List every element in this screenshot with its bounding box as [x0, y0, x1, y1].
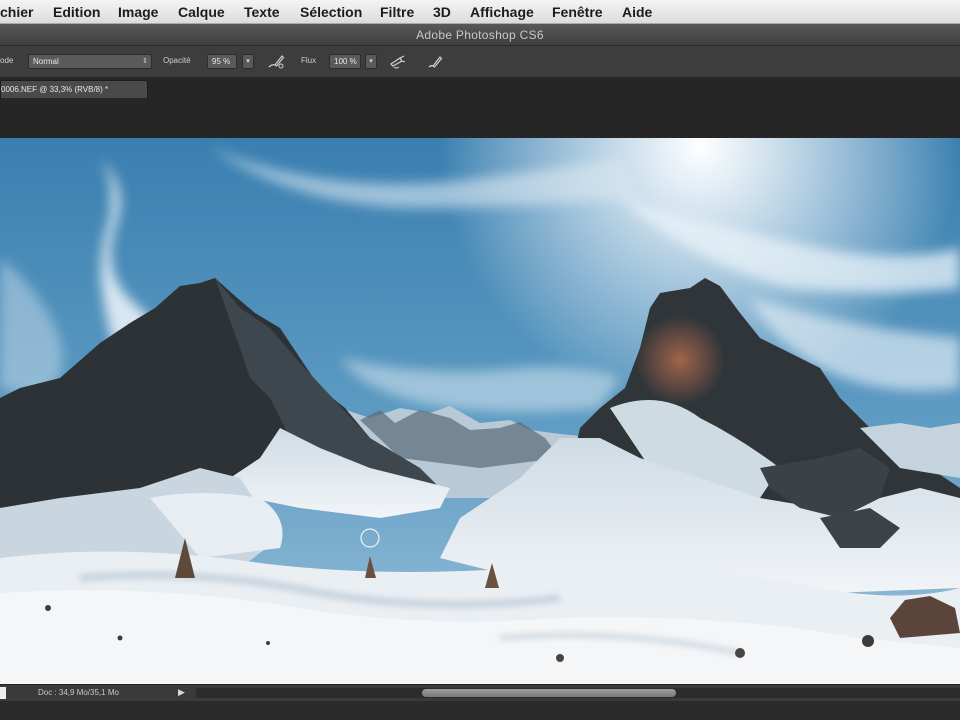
- canvas-pasteboard: [0, 100, 960, 138]
- menu-edition[interactable]: Edition: [53, 0, 100, 24]
- mode-value: Normal: [33, 57, 59, 66]
- options-bar: ode Normal ⇕ Opacité 95 % ▾ Flux 100 % ▾: [0, 46, 960, 78]
- mode-select[interactable]: Normal ⇕: [28, 54, 152, 69]
- document-tab[interactable]: 0006.NEF @ 33,3% (RVB/8) *: [0, 80, 148, 98]
- menu-calque[interactable]: Calque: [178, 0, 225, 24]
- flow-value: 100 %: [334, 57, 357, 66]
- title-bar: Adobe Photoshop CS6: [0, 24, 960, 46]
- menu-fenetre[interactable]: Fenêtre: [552, 0, 603, 24]
- zoom-field[interactable]: [0, 687, 6, 699]
- document-tab-label: 0006.NEF @ 33,3% (RVB/8) *: [1, 85, 109, 94]
- play-arrow-icon[interactable]: ▶: [178, 687, 185, 698]
- pen-pressure-size-icon[interactable]: [425, 52, 445, 72]
- menu-bar: chier Edition Image Calque Texte Sélecti…: [0, 0, 960, 24]
- flow-dropdown-button[interactable]: ▾: [365, 54, 377, 69]
- photoshop-window: chier Edition Image Calque Texte Sélecti…: [0, 0, 960, 720]
- menu-texte[interactable]: Texte: [244, 0, 280, 24]
- updown-icon: ⇕: [142, 58, 148, 65]
- status-bar: Doc : 34,9 Mo/35,1 Mo ▶: [0, 684, 960, 720]
- flow-input[interactable]: 100 %: [329, 54, 361, 69]
- mode-label: ode: [0, 56, 14, 65]
- horizontal-scrollbar[interactable]: [196, 688, 960, 698]
- chevron-down-icon: ▾: [246, 58, 250, 65]
- menu-aide[interactable]: Aide: [622, 0, 652, 24]
- menu-fichier[interactable]: chier: [0, 0, 33, 24]
- menu-filtre[interactable]: Filtre: [380, 0, 414, 24]
- menu-image[interactable]: Image: [118, 0, 158, 24]
- document-canvas[interactable]: [0, 138, 960, 684]
- menu-selection[interactable]: Sélection: [300, 0, 362, 24]
- mountain-photo: [0, 138, 960, 684]
- opacity-input[interactable]: 95 %: [207, 54, 237, 69]
- scrollbar-thumb[interactable]: [422, 689, 676, 697]
- document-tab-bar: 0006.NEF @ 33,3% (RVB/8) *: [0, 78, 960, 100]
- opacity-value: 95 %: [212, 57, 231, 66]
- opacity-dropdown-button[interactable]: ▾: [242, 54, 254, 69]
- flow-label: Flux: [301, 56, 317, 65]
- chevron-down-icon: ▾: [369, 58, 373, 65]
- pen-pressure-icon[interactable]: [266, 52, 286, 72]
- status-lower-strip: [0, 701, 960, 720]
- document-size-info: Doc : 34,9 Mo/35,1 Mo: [38, 688, 119, 697]
- menu-3d[interactable]: 3D: [433, 0, 451, 24]
- window-title: Adobe Photoshop CS6: [416, 27, 544, 42]
- menu-affichage[interactable]: Affichage: [470, 0, 534, 24]
- opacity-label: Opacité: [163, 56, 191, 65]
- airbrush-icon[interactable]: [388, 52, 408, 72]
